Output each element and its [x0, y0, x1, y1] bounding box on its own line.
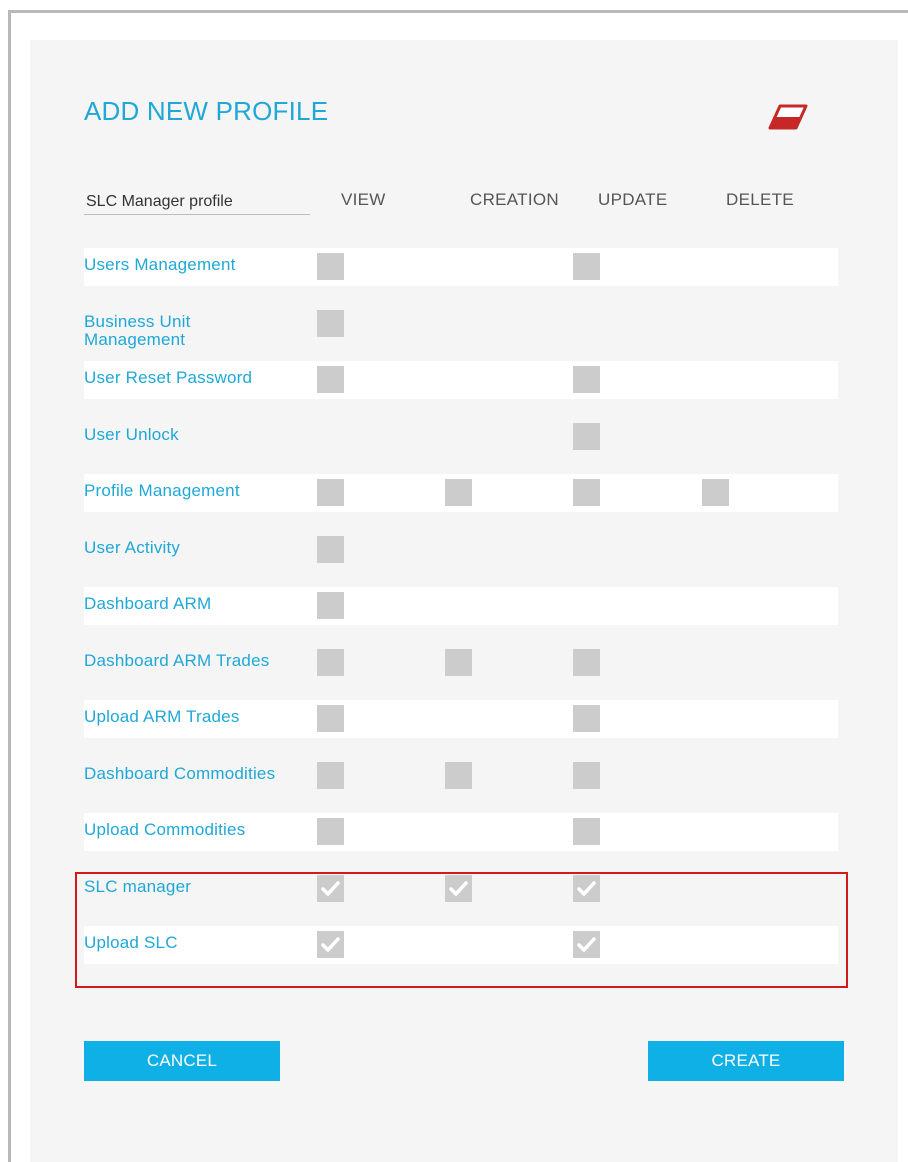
column-header-update: UPDATE: [598, 190, 668, 209]
view-checkbox[interactable]: [317, 705, 344, 732]
creation-checkbox[interactable]: [445, 648, 472, 676]
update-checkbox[interactable]: [573, 818, 600, 845]
permission-label: Dashboard Commodities: [84, 763, 276, 783]
permission-row-business-unit-management: Business Unit Management: [84, 305, 838, 348]
view-checkbox[interactable]: [317, 309, 344, 337]
update-checkbox[interactable]: [573, 648, 600, 676]
update-checkbox[interactable]: [573, 422, 600, 450]
view-checkbox[interactable]: [317, 253, 344, 280]
cancel-button[interactable]: CANCEL: [84, 1041, 280, 1081]
permission-row-dashboard-arm-trades: Dashboard ARM Trades: [84, 644, 838, 682]
column-header-view: VIEW: [341, 190, 386, 209]
view-checkbox[interactable]: [317, 761, 344, 789]
permission-row-upload-arm-trades: Upload ARM Trades: [84, 700, 838, 738]
permission-label: Dashboard ARM: [84, 594, 212, 613]
permission-row-profile-management: Profile Management: [84, 474, 838, 512]
column-header-delete: DELETE: [726, 190, 794, 209]
window-border-left: [8, 10, 11, 1162]
view-checkbox[interactable]: [317, 479, 344, 506]
update-checkbox[interactable]: [573, 479, 600, 506]
permission-label: Business Unit Management: [84, 311, 191, 349]
delete-checkbox[interactable]: [702, 479, 729, 506]
permission-row-user-reset-password: User Reset Password: [84, 361, 838, 399]
permission-label: Profile Management: [84, 481, 240, 500]
view-checkbox[interactable]: [317, 535, 344, 563]
create-button[interactable]: CREATE: [648, 1041, 844, 1081]
view-checkbox[interactable]: [317, 366, 344, 393]
update-checkbox[interactable]: [573, 761, 600, 789]
column-header-creation: CREATION: [470, 190, 559, 209]
permission-label: User Unlock: [84, 424, 179, 444]
window-border-top: [8, 10, 908, 13]
permission-label: Upload Commodities: [84, 820, 246, 839]
view-checkbox[interactable]: [317, 592, 344, 619]
permission-row-upload-commodities: Upload Commodities: [84, 813, 838, 851]
creation-checkbox[interactable]: [445, 761, 472, 789]
permission-row-user-unlock: User Unlock: [84, 418, 838, 456]
profile-name-input[interactable]: [84, 190, 310, 215]
highlight-box: [75, 872, 848, 988]
dialog-title: ADD NEW PROFILE: [84, 96, 329, 126]
permission-row-user-activity: User Activity: [84, 531, 838, 569]
permission-row-dashboard-arm: Dashboard ARM: [84, 587, 838, 625]
view-checkbox[interactable]: [317, 818, 344, 845]
permission-row-users-management: Users Management: [84, 248, 838, 286]
update-checkbox[interactable]: [573, 253, 600, 280]
eraser-icon[interactable]: [768, 100, 810, 134]
permission-row-dashboard-commodities: Dashboard Commodities: [84, 757, 838, 795]
add-profile-dialog: ADD NEW PROFILE VIEW CREATION UPDATE DEL…: [30, 40, 898, 1162]
permission-label: Dashboard ARM Trades: [84, 650, 270, 670]
update-checkbox[interactable]: [573, 366, 600, 393]
permission-label: Users Management: [84, 255, 236, 274]
permission-label: Upload ARM Trades: [84, 707, 240, 726]
permission-label: User Reset Password: [84, 368, 253, 387]
view-checkbox[interactable]: [317, 648, 344, 676]
update-checkbox[interactable]: [573, 705, 600, 732]
creation-checkbox[interactable]: [445, 479, 472, 506]
permission-label: User Activity: [84, 537, 181, 557]
